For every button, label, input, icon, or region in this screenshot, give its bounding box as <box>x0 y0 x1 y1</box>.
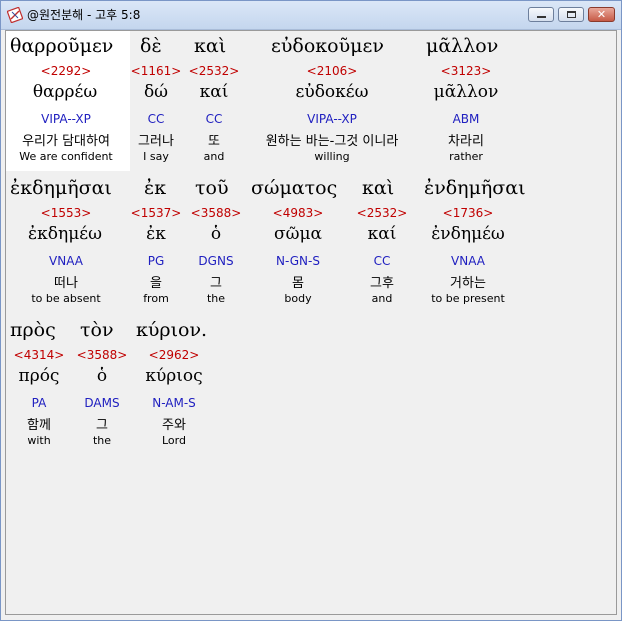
lemma: σῶμα <box>274 224 322 244</box>
greek-word[interactable]: τοῦ <box>195 177 229 199</box>
english-gloss: We are confident <box>19 150 113 163</box>
greek-word[interactable]: ἐκδημῆσαι <box>10 177 112 199</box>
greek-word[interactable]: πρὸς <box>10 319 56 341</box>
parse-code: VIPA--XP <box>41 112 91 126</box>
lemma: ἐκ <box>146 224 166 244</box>
close-button[interactable]: ✕ <box>588 7 615 22</box>
english-gloss: to be absent <box>31 292 101 305</box>
strong-number[interactable]: <2532> <box>352 206 412 220</box>
english-gloss: the <box>92 434 112 447</box>
korean-gloss: 또 <box>208 134 220 149</box>
strong-number[interactable]: <1161> <box>128 64 184 78</box>
korean-gloss: 몸 <box>292 276 304 291</box>
strong-number[interactable]: <3588> <box>72 348 132 362</box>
strong-number[interactable]: <4983> <box>256 206 340 220</box>
korean-gloss: 떠나 <box>54 276 78 291</box>
greek-word[interactable]: μᾶλλον <box>426 35 498 57</box>
korean-gloss: 함께 <box>27 418 51 433</box>
korean-gloss: 거하는 <box>450 276 486 291</box>
strong-number[interactable]: <2962> <box>136 348 212 362</box>
english-gloss: and <box>203 150 225 163</box>
lemma: ὁ <box>96 366 108 386</box>
korean-gloss: 그러나 <box>138 134 174 149</box>
english-gloss: with <box>27 434 51 447</box>
strong-number[interactable]: <1537> <box>128 206 184 220</box>
interlinear-panel: θαρροῦμεν δὲ καὶ εὐδοκοῦμεν μᾶλλον <2292… <box>5 30 617 615</box>
parse-code: N-GN-S <box>276 254 320 268</box>
english-gloss: I say <box>143 150 169 163</box>
lemma: καί <box>367 224 397 244</box>
strong-number[interactable]: <2106> <box>272 64 392 78</box>
greek-word[interactable]: καὶ <box>194 35 226 57</box>
lemma: πρός <box>18 366 60 386</box>
lemma: μᾶλλον <box>433 82 499 102</box>
lemma: ἐνδημέω <box>431 224 505 244</box>
korean-gloss: 우리가 담대하여 <box>22 134 110 149</box>
parse-code: N-AM-S <box>152 396 196 410</box>
english-gloss: willing <box>314 150 350 163</box>
parse-code: ABM <box>452 112 480 126</box>
english-gloss: from <box>143 292 169 305</box>
english-gloss: rather <box>449 150 483 163</box>
lemma: καί <box>199 82 229 102</box>
korean-gloss: 원하는 바는-그것 이니라 <box>265 134 399 149</box>
app-window: @원전분해 - 고후 5:8 ✕ θαρροῦμεν δὲ καὶ εὐδοκο… <box>0 0 622 621</box>
greek-word[interactable]: σώματος <box>251 177 337 199</box>
greek-word[interactable]: καὶ <box>362 177 394 199</box>
lemma: δώ <box>143 82 169 102</box>
maximize-button[interactable] <box>558 7 584 22</box>
english-gloss: Lord <box>162 434 186 447</box>
parse-code: VNAA <box>451 254 485 268</box>
english-gloss: and <box>371 292 393 305</box>
lemma: κύριος <box>145 366 203 386</box>
parse-code: VIPA--XP <box>307 112 357 126</box>
minimize-button[interactable] <box>528 7 554 22</box>
parse-code: DGNS <box>198 254 234 268</box>
strong-number[interactable]: <2292> <box>16 64 116 78</box>
strong-number[interactable]: <4314> <box>10 348 68 362</box>
greek-word[interactable]: κύριον. <box>136 319 207 341</box>
lemma: ἐκδημέω <box>28 224 102 244</box>
greek-word[interactable]: ἐκ <box>144 177 166 199</box>
english-gloss: body <box>284 292 312 305</box>
strong-number[interactable]: <1736> <box>420 206 516 220</box>
app-logo-icon <box>6 6 24 24</box>
lemma: εὐδοκέω <box>295 82 369 102</box>
greek-word[interactable]: εὐδοκοῦμεν <box>271 35 384 57</box>
strong-number[interactable]: <3123> <box>424 64 508 78</box>
minimize-icon <box>536 16 546 18</box>
greek-word[interactable]: ἐνδημῆσαι <box>424 177 526 199</box>
korean-gloss: 을 <box>150 276 162 291</box>
close-icon: ✕ <box>596 8 607 21</box>
parse-code: CC <box>147 112 165 126</box>
parse-code: VNAA <box>49 254 83 268</box>
english-gloss: to be present <box>431 292 505 305</box>
parse-code: PA <box>31 396 47 410</box>
strong-number[interactable]: <2532> <box>186 64 242 78</box>
greek-word[interactable]: τὸν <box>80 319 114 341</box>
title-bar[interactable]: @원전분해 - 고후 5:8 ✕ <box>1 1 621 30</box>
parse-code: PG <box>147 254 165 268</box>
lemma: θαρρέω <box>32 82 98 102</box>
greek-word[interactable]: δὲ <box>140 35 162 57</box>
korean-gloss: 주와 <box>162 418 186 433</box>
korean-gloss: 차라리 <box>448 134 484 149</box>
maximize-icon <box>566 11 576 18</box>
strong-number[interactable]: <3588> <box>186 206 246 220</box>
english-gloss: the <box>206 292 226 305</box>
parse-code: CC <box>205 112 223 126</box>
korean-gloss: 그후 <box>370 276 394 291</box>
korean-gloss: 그 <box>210 276 222 291</box>
parse-code: DAMS <box>84 396 120 410</box>
strong-number[interactable]: <1553> <box>16 206 116 220</box>
greek-word[interactable]: θαρροῦμεν <box>10 35 113 57</box>
lemma: ὁ <box>210 224 222 244</box>
parse-code: CC <box>373 254 391 268</box>
window-title: @원전분해 - 고후 5:8 <box>27 8 141 22</box>
korean-gloss: 그 <box>96 418 108 433</box>
